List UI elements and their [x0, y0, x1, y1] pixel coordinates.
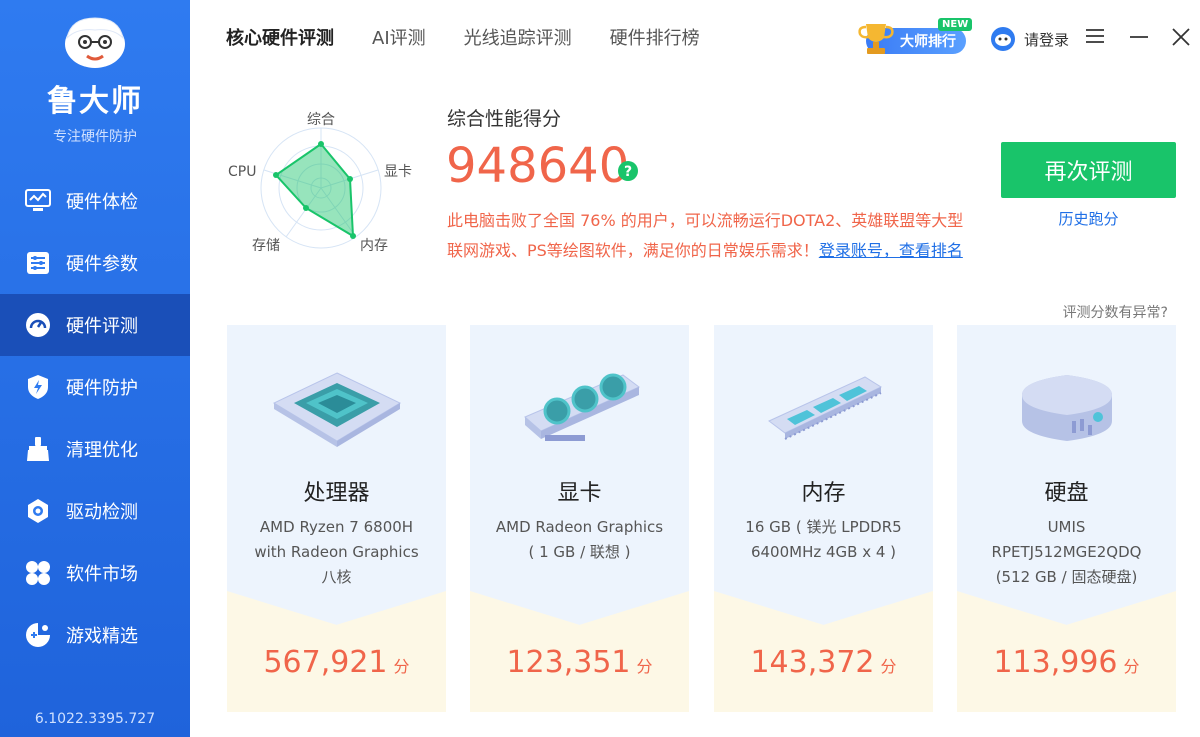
memory-stick-icon: [714, 355, 933, 455]
card-score-unit: 分: [636, 657, 653, 676]
hardware-card-gpu: 显卡 AMD Radeon Graphics ( 1 GB / 联想 ) 123…: [470, 325, 689, 712]
tab-ai-benchmark[interactable]: AI评测: [372, 24, 426, 50]
sidebar-item-label: 硬件体检: [66, 192, 138, 213]
sidebar-item-game-picks[interactable]: 游戏精选: [0, 604, 190, 666]
history-scores-link[interactable]: 历史跑分: [1001, 208, 1176, 229]
card-score-value: 113,996: [993, 645, 1118, 680]
card-spec-line: 八核: [321, 568, 352, 586]
graphics-card-icon: [470, 355, 689, 455]
radar-label-storage: 存储: [252, 238, 280, 254]
shield-bolt-icon: [24, 373, 52, 401]
sidebar-item-clean-optimize[interactable]: 清理优化: [0, 418, 190, 480]
login-button[interactable]: 请登录: [990, 26, 1069, 52]
radar-label-cpu: CPU: [228, 164, 256, 180]
sidebar-item-label: 清理优化: [66, 440, 138, 461]
sidebar-item-hardware-params[interactable]: 硬件参数: [0, 232, 190, 294]
sidebar-nav: 硬件体检 硬件参数 硬件评测 硬件防护 清理优化 驱动检测 软件市场 游戏精选: [0, 170, 190, 666]
sidebar-item-label: 软件市场: [66, 564, 138, 585]
tab-core-hardware[interactable]: 核心硬件评测: [226, 24, 334, 50]
help-icon[interactable]: ?: [617, 160, 639, 182]
sidebar-item-label: 硬件评测: [66, 316, 138, 337]
top-tabs: 核心硬件评测 AI评测 光线追踪评测 硬件排行榜: [226, 24, 738, 50]
card-score: 567,921 分: [227, 645, 446, 680]
card-spec-line: RPETJ512MGE2QDQ: [991, 543, 1142, 561]
sidebar-item-hardware-benchmark[interactable]: 硬件评测: [0, 294, 190, 356]
card-spec-line: (512 GB / 固态硬盘): [995, 568, 1138, 586]
brand-name: 鲁大师: [47, 84, 143, 119]
cpu-chip-icon: [227, 355, 446, 455]
sidebar-item-label: 硬件防护: [66, 378, 138, 399]
master-rank-button[interactable]: 大师排行 NEW: [856, 18, 973, 56]
card-spec: 16 GB ( 镁光 LPDDR5 6400MHz 4GB x 4 ): [714, 515, 933, 565]
hardware-card-memory: 内存 16 GB ( 镁光 LPDDR5 6400MHz 4GB x 4 ) 1…: [714, 325, 933, 712]
hardware-card-disk: 硬盘 UMIS RPETJ512MGE2QDQ (512 GB / 固态硬盘) …: [957, 325, 1176, 712]
sidebar-item-label: 驱动检测: [66, 502, 138, 523]
card-spec: AMD Radeon Graphics ( 1 GB / 联想 ): [470, 515, 689, 565]
performance-radar-chart: 综合 显卡 内存 存储 CPU: [228, 112, 412, 254]
hardware-card-cpu: 处理器 AMD Ryzen 7 6800H with Radeon Graphi…: [227, 325, 446, 712]
tab-hardware-ranking[interactable]: 硬件排行榜: [610, 24, 700, 50]
minimize-icon[interactable]: [1130, 28, 1148, 44]
card-spec-line: 16 GB ( 镁光 LPDDR5: [745, 518, 902, 536]
params-list-icon: [24, 249, 52, 277]
card-score-unit: 分: [880, 657, 897, 676]
overall-score-value: 948640: [446, 138, 630, 194]
radar-label-memory: 内存: [360, 238, 388, 254]
card-spec-line: UMIS: [1047, 518, 1086, 536]
login-view-rank-link[interactable]: 登录账号，查看排名: [819, 241, 963, 260]
logo: 鲁大师 专注硬件防护: [0, 12, 190, 146]
card-score-unit: 分: [393, 657, 410, 676]
sidebar-item-label: 游戏精选: [66, 626, 138, 647]
card-spec: AMD Ryzen 7 6800H with Radeon Graphics 八…: [227, 515, 446, 590]
card-title: 内存: [801, 481, 846, 506]
svg-text:?: ?: [624, 164, 632, 180]
speedometer-icon: [24, 311, 52, 339]
card-score-unit: 分: [1123, 657, 1140, 676]
sidebar-item-hardware-check[interactable]: 硬件体检: [0, 170, 190, 232]
card-spec-line: ( 1 GB / 联想 ): [528, 543, 631, 561]
sidebar-item-driver-check[interactable]: 驱动检测: [0, 480, 190, 542]
card-score-value: 143,372: [750, 645, 875, 680]
card-score-value: 123,351: [506, 645, 631, 680]
card-spec-line: 6400MHz 4GB x 4 ): [750, 543, 897, 561]
master-mascot-icon: [65, 17, 125, 68]
retest-button[interactable]: 再次评测: [1001, 142, 1176, 198]
new-badge: NEW: [938, 18, 973, 31]
radar-label-overall: 综合: [307, 112, 335, 128]
card-score: 123,351 分: [470, 645, 689, 680]
card-title: 显卡: [557, 481, 602, 506]
card-title: 处理器: [303, 481, 370, 506]
version-label: 6.1022.3395.727: [34, 711, 156, 727]
sidebar-item-hardware-protect[interactable]: 硬件防护: [0, 356, 190, 418]
trophy-icon: [858, 24, 894, 54]
tab-ray-tracing[interactable]: 光线追踪评测: [464, 24, 572, 50]
sidebar-item-label: 硬件参数: [66, 254, 138, 275]
score-description: 此电脑击败了全国 76% 的用户，可以流畅运行DOTA2、英雄联盟等大型联网游戏…: [447, 206, 967, 266]
card-spec: UMIS RPETJ512MGE2QDQ (512 GB / 固态硬盘): [957, 515, 1176, 590]
sidebar-item-software-market[interactable]: 软件市场: [0, 542, 190, 604]
card-spec-line: AMD Ryzen 7 6800H: [259, 518, 414, 536]
close-icon[interactable]: [1172, 28, 1190, 46]
overall-score-title: 综合性能得分: [447, 108, 562, 130]
card-title: 硬盘: [1044, 481, 1089, 506]
login-label: 请登录: [1024, 30, 1070, 49]
radar-label-gpu: 显卡: [384, 164, 412, 180]
monitor-check-icon: [24, 187, 52, 215]
sidebar: 鲁大师 专注硬件防护 硬件体检 硬件参数 硬件评测 硬件防护 清理优化 驱动检测…: [0, 0, 190, 737]
apps-grid-icon: [24, 559, 52, 587]
card-score-value: 567,921: [263, 645, 388, 680]
card-score: 143,372 分: [714, 645, 933, 680]
card-spec-line: with Radeon Graphics: [254, 543, 419, 561]
menu-icon[interactable]: [1086, 28, 1104, 44]
broom-icon: [24, 435, 52, 463]
user-avatar-icon: [991, 27, 1015, 51]
score-anomaly-link[interactable]: 评测分数有异常?: [1063, 302, 1168, 322]
card-score: 113,996 分: [957, 645, 1176, 680]
hard-disk-icon: [957, 355, 1176, 455]
gear-icon: [24, 497, 52, 525]
brand-slogan: 专注硬件防护: [53, 129, 137, 145]
gamepad-icon: [24, 621, 52, 649]
card-spec-line: AMD Radeon Graphics: [495, 518, 664, 536]
